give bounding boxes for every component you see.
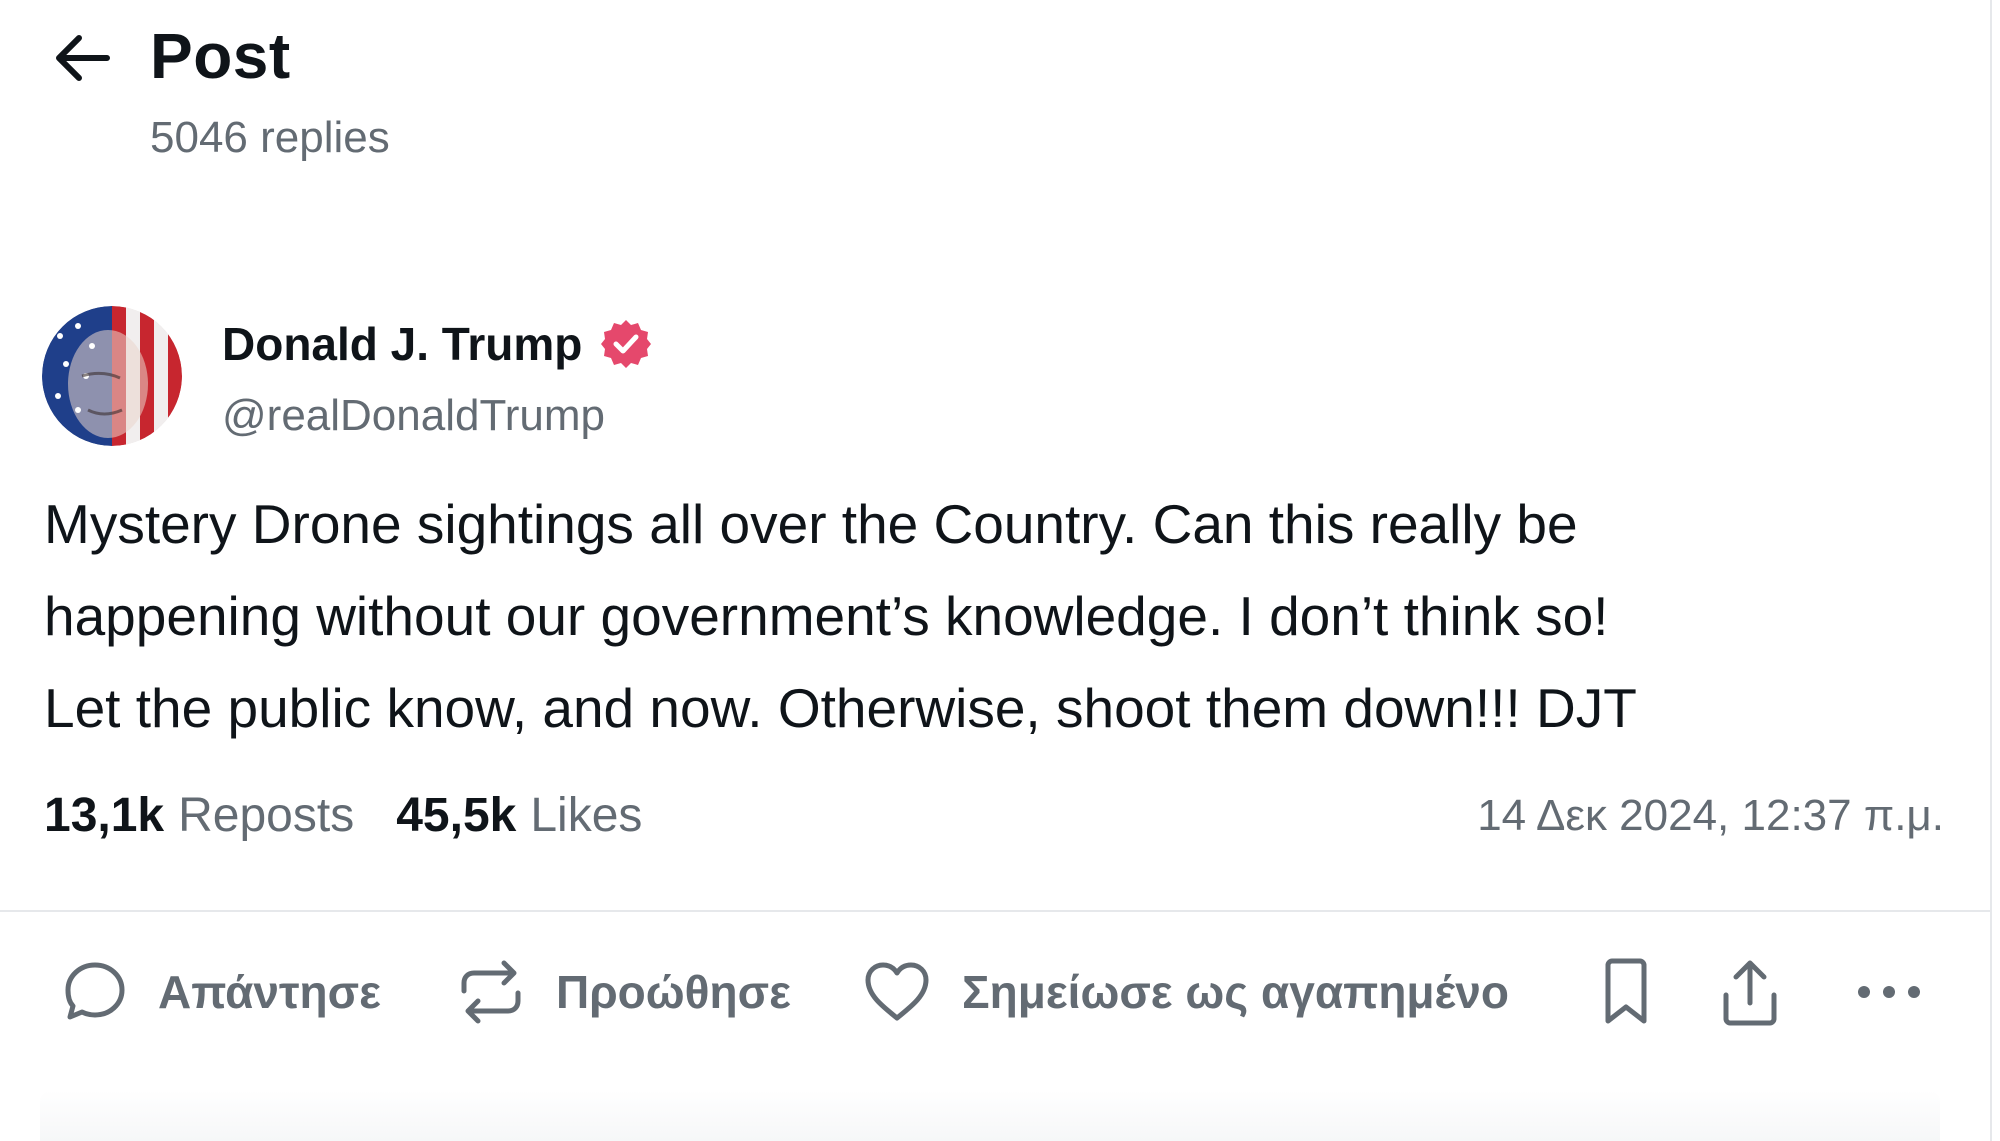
avatar[interactable]	[42, 306, 182, 446]
reposts-count: 13,1k	[44, 789, 165, 842]
share-button[interactable]	[1718, 950, 1782, 1034]
author-name-text: Donald J. Trump	[222, 318, 583, 370]
avatar-image	[42, 306, 182, 446]
divider	[0, 910, 1990, 912]
likes-stat[interactable]: 45,5k Likes	[396, 784, 642, 848]
post-text: Mystery Drone sightings all over the Cou…	[44, 478, 1944, 754]
likes-count: 45,5k	[396, 789, 517, 842]
repost-button[interactable]: Προώθησε	[456, 950, 791, 1034]
post-stats: 13,1k Reposts 45,5k Likes	[44, 784, 642, 848]
like-button[interactable]: Σημείωσε ως αγαπημένο	[862, 950, 1509, 1034]
share-icon	[1723, 960, 1777, 1026]
like-label: Σημείωσε ως αγαπημένο	[962, 966, 1509, 1018]
column-border	[1990, 0, 1992, 1141]
heart-icon	[865, 962, 929, 1021]
replies-count: 5046 replies	[150, 113, 390, 162]
post-text-line: Let the public know, and now. Otherwise,…	[44, 677, 1637, 739]
post-text-line: happening without our government’s knowl…	[44, 585, 1609, 647]
arrow-left-icon	[56, 35, 110, 81]
verified-badge-icon	[601, 320, 652, 368]
reposts-stat[interactable]: 13,1k Reposts	[44, 784, 354, 848]
more-icon	[1858, 986, 1920, 998]
post-timestamp[interactable]: 14 Δεκ 2024, 12:37 π.μ.	[1244, 784, 1944, 848]
author-handle[interactable]: @realDonaldTrump	[222, 388, 605, 444]
back-button[interactable]	[46, 26, 116, 90]
action-bar: Απάντησε Προώθησε Σημείωσε ως αγαπημένο	[0, 950, 1990, 1034]
post-text-line: Mystery Drone sightings all over the Cou…	[44, 493, 1578, 555]
page-title: Post	[150, 20, 291, 92]
post-page: Post 5046 replies Donald J. Trump @realD…	[0, 0, 2000, 1141]
bookmark-button[interactable]	[1598, 950, 1654, 1034]
more-options-button[interactable]	[1856, 950, 1922, 1034]
speech-bubble-icon	[65, 962, 125, 1020]
repost-icon	[461, 960, 521, 1024]
likes-label: Likes	[530, 789, 643, 842]
repost-label: Προώθησε	[556, 966, 791, 1018]
next-section-edge	[40, 1090, 1940, 1141]
reply-button[interactable]: Απάντησε	[62, 950, 381, 1034]
reply-label: Απάντησε	[158, 966, 381, 1018]
author-name[interactable]: Donald J. Trump	[222, 316, 652, 372]
bookmark-icon	[1605, 958, 1647, 1024]
reposts-label: Reposts	[178, 789, 355, 842]
